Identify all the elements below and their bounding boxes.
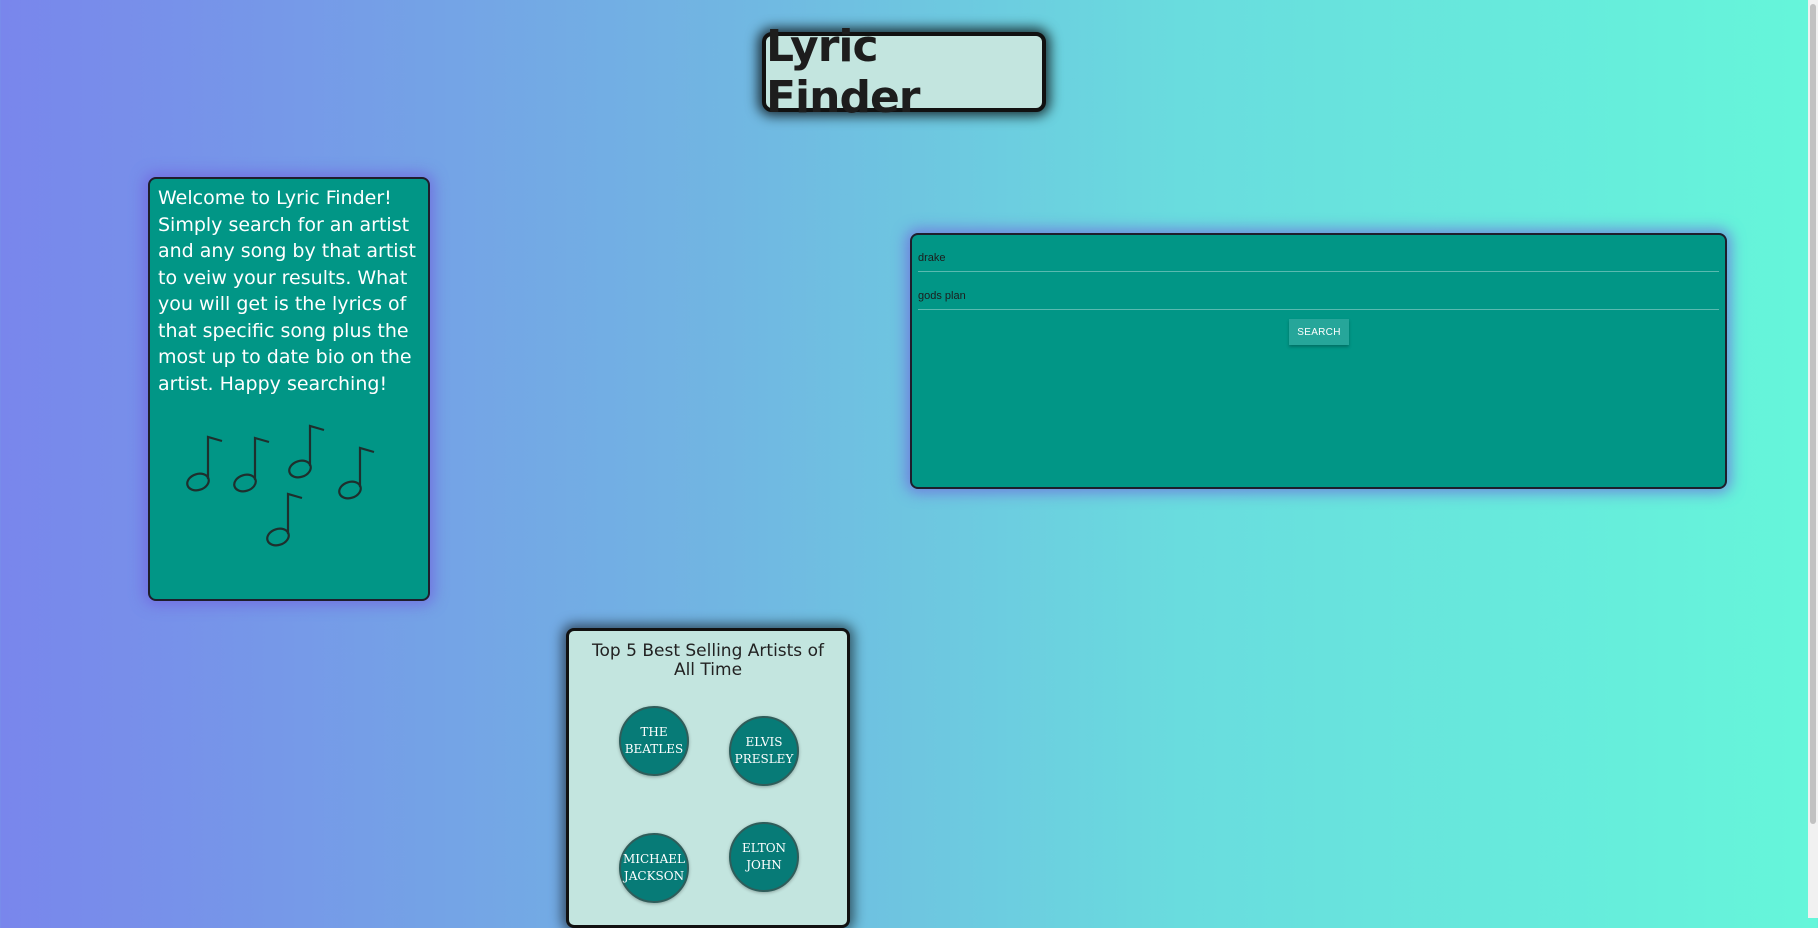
search-card: SEARCH (910, 233, 1727, 489)
music-note-icon (338, 446, 375, 500)
music-notes-decoration (186, 424, 375, 547)
top-artists-title: Top 5 Best Selling Artists of All Time (592, 641, 824, 680)
page-title: Lyric Finder (766, 21, 921, 123)
top-artists-card: Top 5 Best Selling Artists of All Time T… (566, 628, 850, 928)
music-note-icon (288, 424, 325, 479)
artist-button-the-beatles[interactable]: THE BEATLES (619, 706, 689, 776)
header-title-box: Lyric Finder (762, 21, 1046, 123)
welcome-card: Welcome to Lyric Finder! Simply search f… (148, 177, 430, 601)
scrollbar-thumb[interactable] (1810, 4, 1816, 824)
page-scrollbar[interactable] (1808, 0, 1818, 918)
artist-button-elvis-presley[interactable]: ELVIS PRESLEY (729, 716, 799, 786)
song-input[interactable] (918, 283, 1719, 310)
search-button[interactable]: SEARCH (1289, 319, 1349, 345)
artist-input[interactable] (918, 245, 1719, 272)
artist-button-michael-jackson[interactable]: MICHAEL JACKSON (619, 833, 689, 903)
music-note-icon (266, 492, 303, 547)
music-note-icon (233, 436, 270, 493)
artist-button-elton-john[interactable]: ELTON JOHN (729, 822, 799, 892)
music-note-icon (186, 435, 223, 492)
